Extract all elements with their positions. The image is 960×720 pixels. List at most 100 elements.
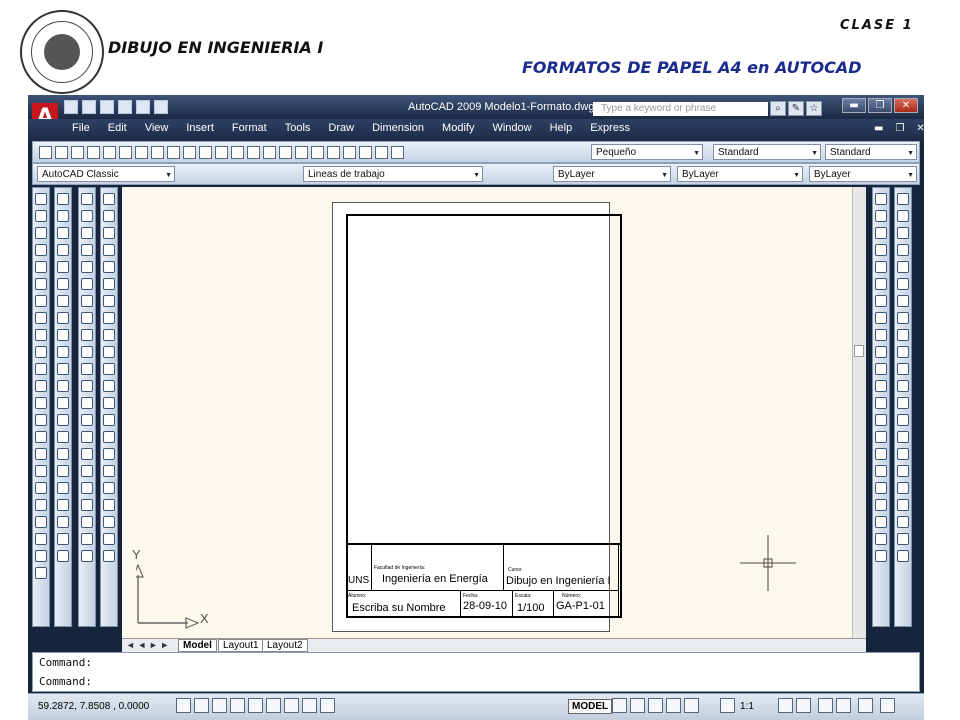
clean-screen-icon[interactable] bbox=[858, 698, 873, 713]
text-style-select[interactable]: Pequeño bbox=[591, 144, 703, 160]
doc-restore-icon[interactable]: ❐ bbox=[895, 123, 904, 134]
tab-layout1[interactable]: Layout1 bbox=[218, 639, 264, 652]
showmotion-icon[interactable] bbox=[684, 698, 699, 713]
layer-select[interactable]: Lineas de trabajo bbox=[303, 166, 483, 182]
toolpalettes-icon[interactable] bbox=[327, 146, 340, 159]
minimize-button[interactable]: ▬ bbox=[842, 98, 866, 113]
plot-icon[interactable] bbox=[87, 146, 100, 159]
zoom-window-icon[interactable] bbox=[263, 146, 276, 159]
undo-icon[interactable] bbox=[136, 100, 150, 114]
annotation-visibility-icon[interactable] bbox=[778, 698, 793, 713]
close-button[interactable]: ✕ bbox=[894, 98, 918, 113]
markup-icon[interactable] bbox=[359, 146, 372, 159]
linetype-select[interactable]: ByLayer bbox=[677, 166, 803, 182]
auto-scale-icon[interactable] bbox=[796, 698, 811, 713]
cut-icon[interactable] bbox=[135, 146, 148, 159]
menu-format[interactable]: Format bbox=[232, 122, 267, 134]
new-icon[interactable] bbox=[64, 100, 78, 114]
menu-dimension[interactable]: Dimension bbox=[372, 122, 424, 134]
table-style-select[interactable]: Standard bbox=[825, 144, 917, 160]
menu-draw[interactable]: Draw bbox=[328, 122, 354, 134]
doc-minimize-icon[interactable]: ▬ bbox=[874, 123, 883, 134]
matchprop-icon[interactable] bbox=[183, 146, 196, 159]
steering-wheel-icon[interactable] bbox=[666, 698, 681, 713]
menu-express[interactable]: Express bbox=[590, 122, 630, 134]
lineweight-select[interactable]: ByLayer bbox=[809, 166, 917, 182]
maximize-button[interactable]: ❐ bbox=[868, 98, 892, 113]
ucs-x-label: X bbox=[200, 611, 209, 626]
favorites-icon[interactable]: ☆ bbox=[806, 101, 822, 116]
communication-icon[interactable]: ✎ bbox=[788, 101, 804, 116]
print-icon[interactable] bbox=[118, 100, 132, 114]
designcenter-icon[interactable] bbox=[311, 146, 324, 159]
menu-view[interactable]: View bbox=[145, 122, 169, 134]
calculator-icon[interactable] bbox=[375, 146, 388, 159]
menu-edit[interactable]: Edit bbox=[108, 122, 127, 134]
vertical-scrollbar[interactable] bbox=[852, 187, 866, 639]
zoom-status-icon[interactable] bbox=[648, 698, 663, 713]
menu-window[interactable]: Window bbox=[492, 122, 531, 134]
menu-modify[interactable]: Modify bbox=[442, 122, 474, 134]
ducs-toggle-icon[interactable] bbox=[284, 698, 299, 713]
lwt-toggle-icon[interactable] bbox=[320, 698, 335, 713]
osnap-toggle-icon[interactable] bbox=[248, 698, 263, 713]
menu-file[interactable]: File bbox=[72, 122, 90, 134]
pan-status-icon[interactable] bbox=[630, 698, 645, 713]
qnew-icon[interactable] bbox=[39, 146, 52, 159]
dim-style-select[interactable]: Standard bbox=[713, 144, 821, 160]
status-menu-icon[interactable] bbox=[880, 698, 895, 713]
open-icon[interactable] bbox=[55, 146, 68, 159]
lock-icon[interactable] bbox=[836, 698, 851, 713]
color-select[interactable]: ByLayer bbox=[553, 166, 671, 182]
redo-icon[interactable] bbox=[215, 146, 228, 159]
layout-view-icon[interactable] bbox=[612, 698, 627, 713]
dyn-toggle-icon[interactable] bbox=[302, 698, 317, 713]
doc-close-icon[interactable]: ✕ bbox=[916, 123, 924, 134]
coordinate-readout[interactable]: 59.2872, 7.8508 , 0.0000 bbox=[38, 701, 149, 712]
otrack-toggle-icon[interactable] bbox=[266, 698, 281, 713]
annotation-scale[interactable]: 1:1 bbox=[740, 701, 754, 712]
menu-help[interactable]: Help bbox=[550, 122, 573, 134]
autocad-window: A AutoCAD 2009 Modelo1-Formato.dwg Type … bbox=[28, 95, 924, 720]
sheetset-icon[interactable] bbox=[343, 146, 356, 159]
menu-tools[interactable]: Tools bbox=[285, 122, 311, 134]
tb-student-cell: Alumno: Escriba su Nombre bbox=[346, 591, 461, 617]
help-icon[interactable] bbox=[391, 146, 404, 159]
command-prompt[interactable]: Command: bbox=[33, 672, 919, 691]
polar-toggle-icon[interactable] bbox=[230, 698, 245, 713]
save-icon[interactable] bbox=[71, 146, 84, 159]
command-window[interactable]: Command: Command: bbox=[32, 652, 920, 692]
scroll-thumb[interactable] bbox=[854, 345, 864, 357]
search-buttons: ⌕ ✎ ☆ bbox=[770, 101, 822, 116]
window-title: AutoCAD 2009 Modelo1-Formato.dwg bbox=[408, 101, 595, 113]
zoom-previous-icon[interactable] bbox=[279, 146, 292, 159]
grid-toggle-icon[interactable] bbox=[194, 698, 209, 713]
workspace-select[interactable]: AutoCAD Classic bbox=[37, 166, 175, 182]
ucs-icon bbox=[136, 563, 200, 629]
tb-number-cell: Número: GA-P1-01 bbox=[554, 591, 619, 617]
zoom-icon[interactable] bbox=[247, 146, 260, 159]
binoculars-icon[interactable]: ⌕ bbox=[770, 101, 786, 116]
copy-icon[interactable] bbox=[151, 146, 164, 159]
quick-access-toolbar bbox=[64, 100, 168, 115]
ortho-toggle-icon[interactable] bbox=[212, 698, 227, 713]
publish-icon[interactable] bbox=[119, 146, 132, 159]
tab-model[interactable]: Model bbox=[178, 639, 217, 652]
properties-icon[interactable] bbox=[295, 146, 308, 159]
model-space-button[interactable]: MODEL bbox=[568, 699, 613, 714]
search-input[interactable]: Type a keyword or phrase bbox=[593, 102, 768, 116]
menu-insert[interactable]: Insert bbox=[186, 122, 214, 134]
save-icon[interactable] bbox=[100, 100, 114, 114]
paste-icon[interactable] bbox=[167, 146, 180, 159]
pan-icon[interactable] bbox=[231, 146, 244, 159]
course-title: DIBUJO EN INGENIERIA I bbox=[108, 38, 324, 57]
workspace-switch-icon[interactable] bbox=[818, 698, 833, 713]
preview-icon[interactable] bbox=[103, 146, 116, 159]
open-icon[interactable] bbox=[82, 100, 96, 114]
tab-layout2[interactable]: Layout2 bbox=[262, 639, 308, 652]
undo-icon[interactable] bbox=[199, 146, 212, 159]
tab-nav-arrows-icon[interactable]: ◄ ◄ ► ► bbox=[126, 640, 169, 650]
snap-toggle-icon[interactable] bbox=[176, 698, 191, 713]
redo-icon[interactable] bbox=[154, 100, 168, 114]
annotation-scale-icon[interactable] bbox=[720, 698, 735, 713]
